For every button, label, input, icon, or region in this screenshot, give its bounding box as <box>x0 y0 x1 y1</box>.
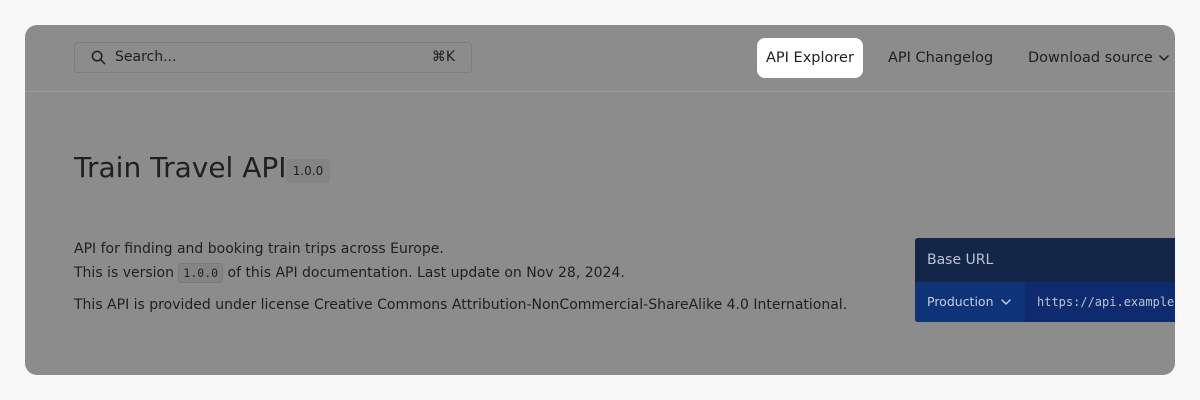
top-header: Search... ⌘K API Explorer API Changelog … <box>25 25 1175 92</box>
description-line-2: This is version 1.0.0 of this API docume… <box>74 263 625 283</box>
description-line-1: API for finding and booking train trips … <box>74 241 444 257</box>
inline-version-code: 1.0.0 <box>178 263 224 283</box>
base-url-value: https://api.example <box>1037 295 1175 309</box>
environment-label: Production <box>927 294 994 309</box>
page-title: Train Travel API <box>74 151 287 184</box>
license-text: This API is provided under license Creat… <box>74 297 848 313</box>
app-window: Search... ⌘K API Explorer API Changelog … <box>25 25 1175 375</box>
chevron-down-icon <box>1001 299 1011 305</box>
nav-api-changelog[interactable]: API Changelog <box>888 38 993 78</box>
search-placeholder: Search... <box>115 49 177 65</box>
search-icon <box>91 50 106 65</box>
nav-download-source[interactable]: Download source <box>1028 38 1153 78</box>
base-url-row: Production https://api.example <box>915 282 1175 322</box>
search-shortcut-hint: ⌘K <box>431 49 455 65</box>
base-url-panel: Base URL Production https://api.example <box>915 238 1175 322</box>
version-badge: 1.0.0 <box>286 159 330 183</box>
version-text-suffix: of this API documentation. Last update o… <box>223 265 625 281</box>
environment-select[interactable]: Production <box>915 282 1025 322</box>
chevron-down-icon[interactable] <box>1158 52 1170 64</box>
base-url-label: Base URL <box>915 238 1175 282</box>
nav-api-explorer[interactable]: API Explorer <box>757 38 863 78</box>
search-input[interactable]: Search... ⌘K <box>74 42 472 73</box>
version-text-prefix: This is version <box>74 265 179 281</box>
